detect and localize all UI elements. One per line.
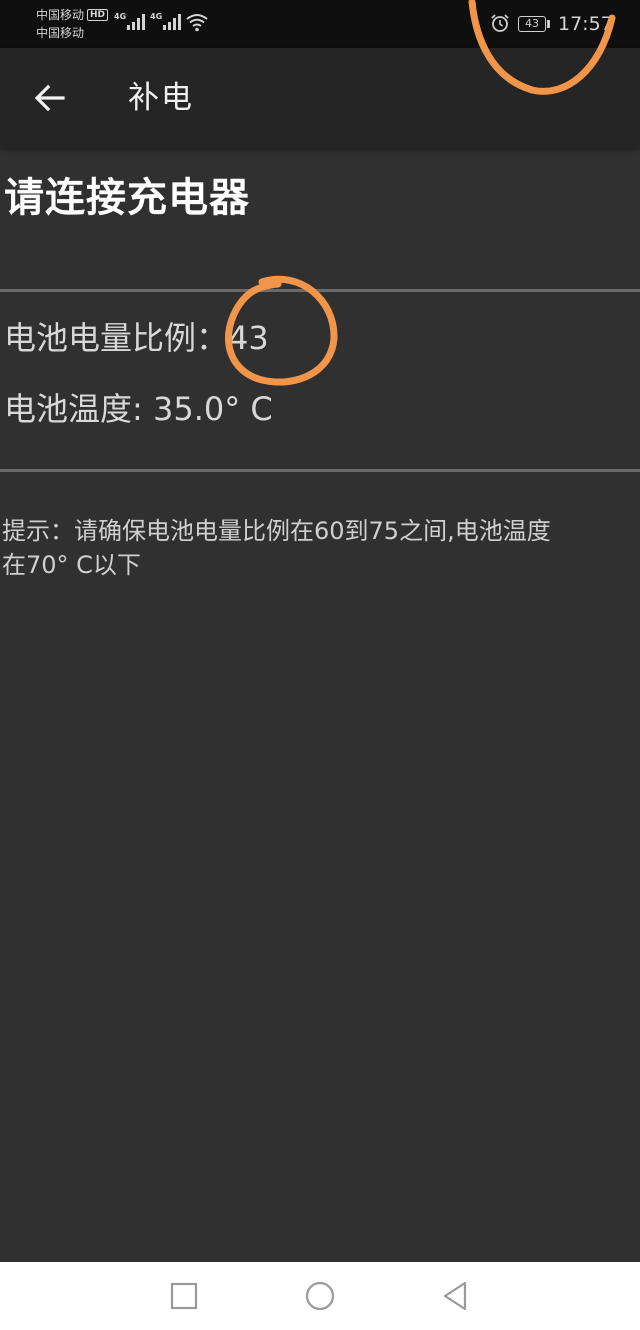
battery-ratio-label: 电池电量比例： bbox=[4, 319, 229, 357]
battery-temp-value: 35.0° C bbox=[152, 390, 273, 428]
signal-1: 4G bbox=[114, 12, 146, 30]
hint-line-2: 在70° C以下 bbox=[2, 551, 141, 579]
signal-2: 4G bbox=[150, 12, 182, 30]
status-clock: 17:57 bbox=[558, 13, 613, 35]
battery-temp-row: 电池温度: 35.0° C bbox=[4, 387, 273, 431]
carrier-2-label: 中国移动 bbox=[36, 26, 85, 40]
network-type-1: 4G bbox=[114, 12, 127, 21]
battery-ratio-value: 43 bbox=[228, 319, 269, 357]
carrier-info: 中国移动 HD 中国移动 bbox=[36, 6, 109, 42]
triangle-back-icon[interactable] bbox=[440, 1280, 472, 1312]
square-icon[interactable] bbox=[168, 1280, 200, 1312]
alarm-icon bbox=[491, 14, 509, 32]
battery-ratio-row: 电池电量比例：43 bbox=[4, 316, 269, 360]
arrow-left-icon bbox=[34, 84, 65, 112]
divider-bottom bbox=[0, 469, 640, 472]
hint-line-1: 提示：请确保电池电量比例在60到75之间,电池温度 bbox=[2, 517, 551, 545]
hint-text: 提示：请确保电池电量比例在60到75之间,电池温度 在70° C以下 bbox=[2, 514, 640, 582]
back-button[interactable] bbox=[22, 70, 78, 126]
status-bar: 中国移动 HD 中国移动 4G 4G 43 17:57 bbox=[0, 0, 640, 48]
divider-top bbox=[0, 289, 640, 292]
circle-icon[interactable] bbox=[304, 1280, 336, 1312]
battery-cap bbox=[547, 20, 550, 28]
signal-bars-icon bbox=[163, 12, 182, 30]
page-title: 补电 bbox=[128, 80, 194, 116]
carrier-1-label: 中国移动 bbox=[36, 8, 85, 22]
wifi-icon bbox=[186, 14, 208, 32]
signal-bars-icon bbox=[127, 12, 146, 30]
battery-temp-label: 电池温度: bbox=[4, 390, 153, 428]
system-nav-bar bbox=[0, 1262, 640, 1330]
connect-charger-heading: 请连接充电器 bbox=[4, 175, 250, 221]
battery-icon: 43 bbox=[518, 16, 546, 32]
toolbar: 补电 bbox=[0, 48, 640, 148]
network-type-2: 4G bbox=[150, 12, 163, 21]
hd-badge: HD bbox=[87, 9, 109, 21]
